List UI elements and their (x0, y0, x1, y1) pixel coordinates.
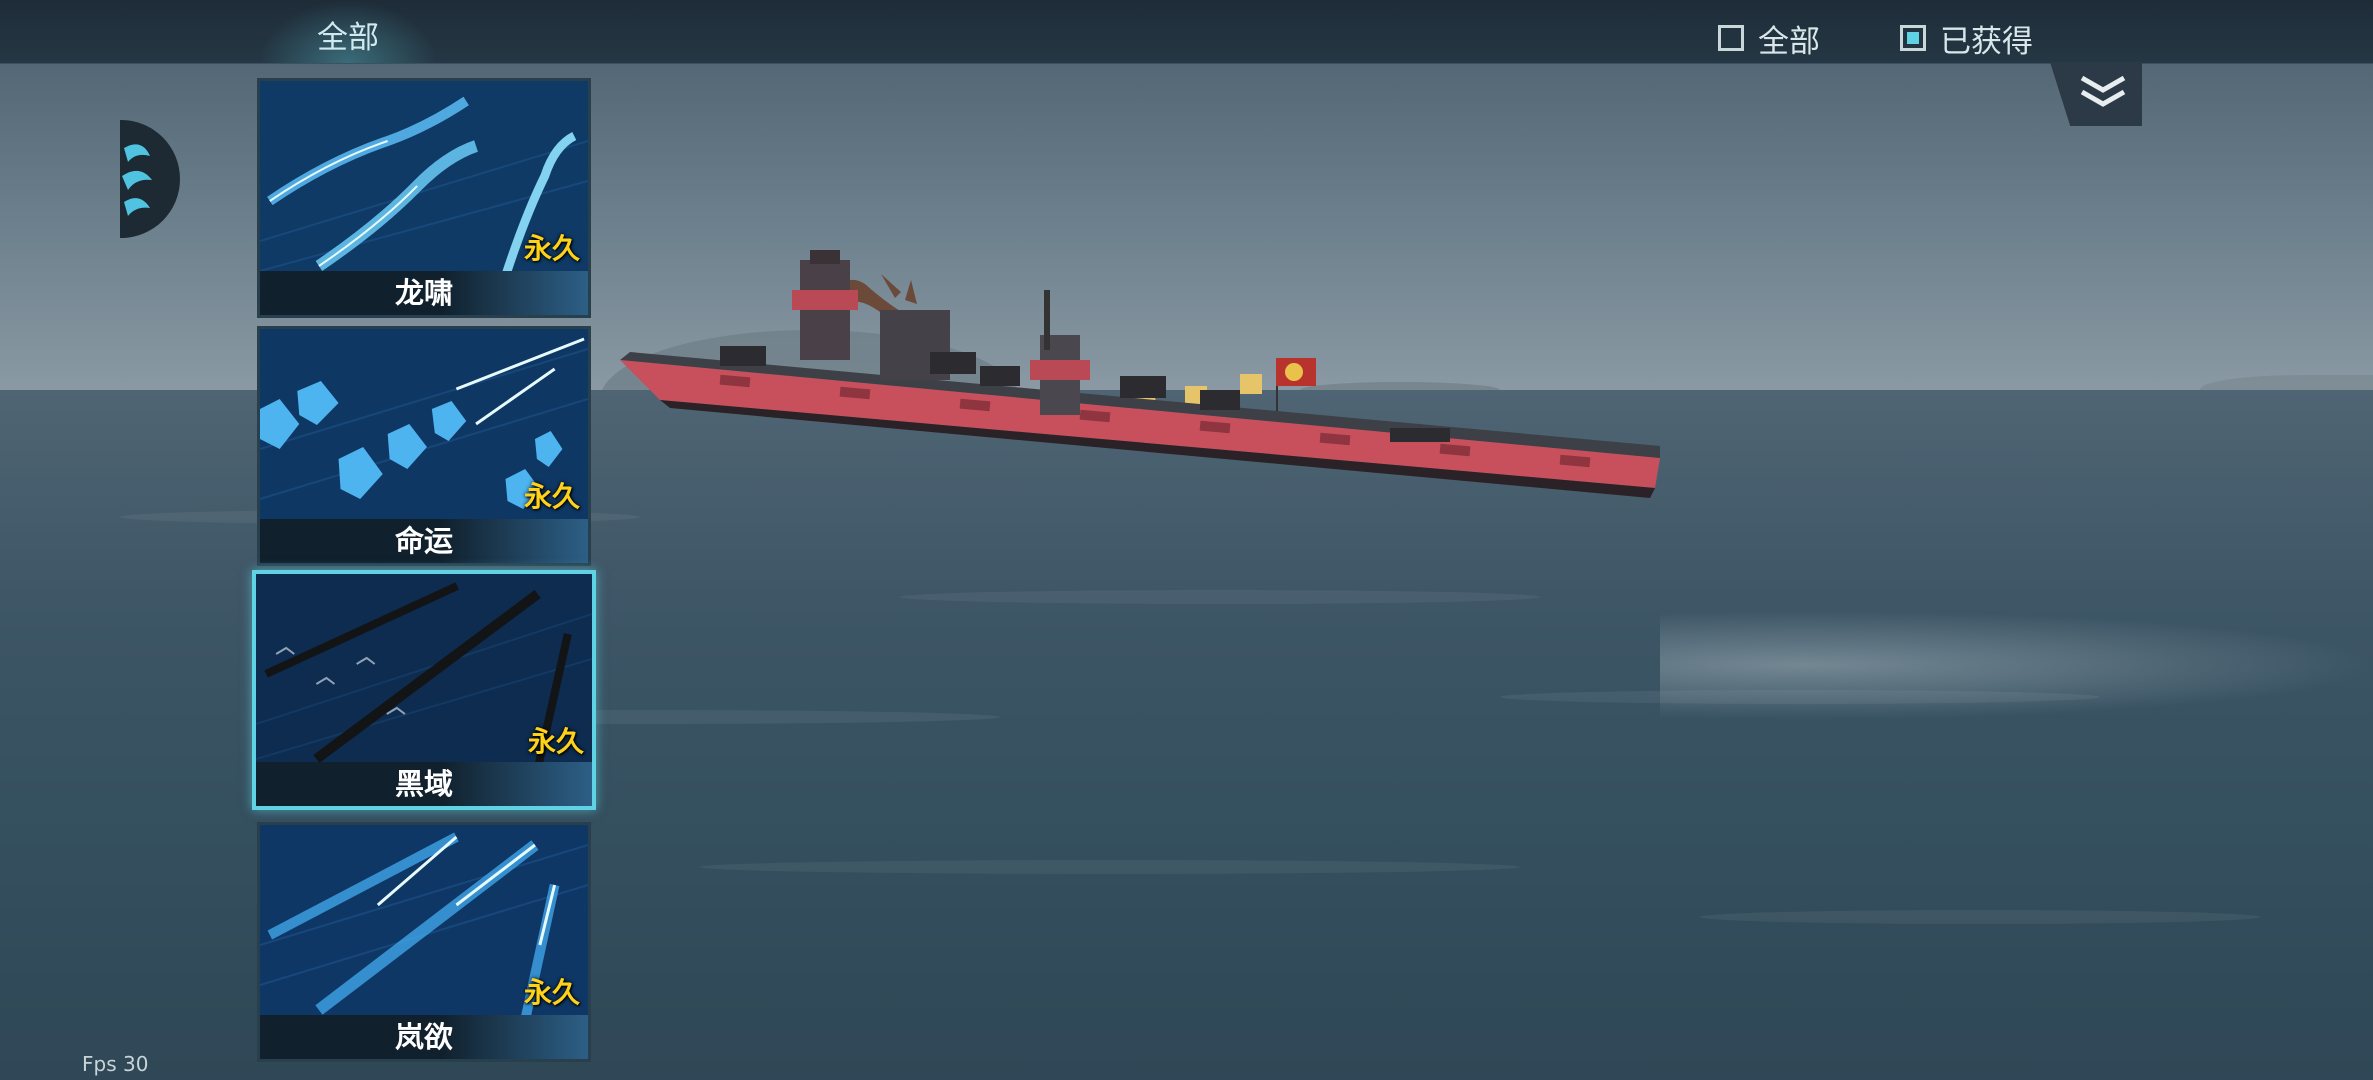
effect-item-lanyu[interactable]: 永久 岚欲 (257, 822, 591, 1062)
permanent-tag: 永久 (523, 976, 580, 1009)
wave-logo-icon (122, 144, 152, 216)
filter-obtained-label: 已获得 (1940, 23, 2033, 60)
effect-item-mingyun[interactable]: 永久 命运 (257, 326, 591, 566)
filter-obtained-checkbox[interactable]: 已获得 (1900, 18, 2033, 60)
effect-item-heiyu[interactable]: 永久 黑域 (252, 570, 596, 810)
battleship (620, 250, 1660, 498)
permanent-tag: 永久 (527, 725, 584, 758)
filter-all-checkbox[interactable]: 全部 (1718, 18, 1820, 60)
double-chevron-down-icon (2080, 75, 2126, 107)
fps-counter: Fps 30 (82, 1052, 149, 1076)
ship-wake (1660, 610, 2373, 720)
tab-all[interactable]: 全部 (258, 0, 438, 63)
checkbox-unchecked-icon (1718, 25, 1744, 51)
item-name: 命运 (260, 519, 588, 563)
top-bar: 全部 全部 已获得 (0, 0, 2373, 64)
item-name: 岚欲 (260, 1015, 588, 1059)
filter-all-label: 全部 (1758, 23, 1820, 60)
permanent-tag: 永久 (523, 480, 580, 513)
permanent-tag: 永久 (523, 232, 580, 265)
effect-item-longxiao[interactable]: 永久 龙啸 (257, 78, 591, 318)
item-name: 龙啸 (260, 271, 588, 315)
checkbox-checked-icon (1900, 25, 1926, 51)
item-name: 黑域 (256, 762, 592, 806)
